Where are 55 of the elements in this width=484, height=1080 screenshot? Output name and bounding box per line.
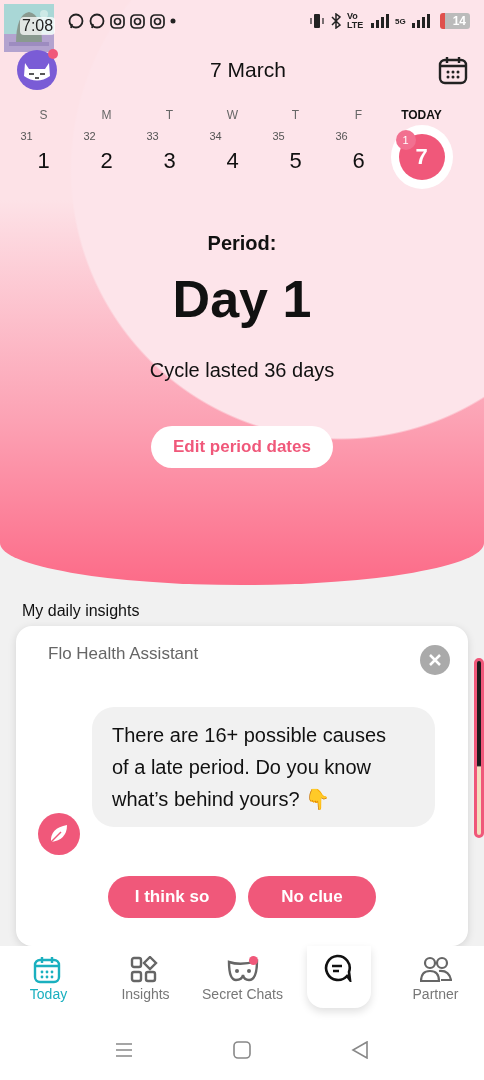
answer-button[interactable]: No clue (248, 876, 376, 918)
nav-tab[interactable]: Today (0, 946, 97, 1020)
signal-icon (370, 14, 389, 28)
back-icon[interactable] (351, 1041, 369, 1059)
calendar-date[interactable]: 3 (163, 148, 176, 174)
camera-app-icon (150, 13, 165, 29)
calendar-date[interactable]: 4 (226, 148, 239, 174)
weekday-label: M (101, 108, 112, 124)
chat-tab[interactable] (307, 946, 371, 1008)
network-label: Vo LTE (346, 12, 365, 30)
cycle-day-badge: 1 (395, 130, 416, 150)
assistant-title: Flo Health Assistant (48, 644, 199, 664)
calendar-date[interactable]: 5 (289, 148, 302, 174)
bluetooth-icon (330, 13, 341, 29)
weekday-label: T (291, 108, 300, 124)
close-icon (429, 654, 441, 666)
cycle-day: 31 (20, 130, 33, 142)
people-icon (419, 956, 452, 984)
dot-icon (170, 18, 176, 24)
nav-tab[interactable]: Partner (387, 946, 484, 1020)
calendar-date[interactable]: 2 (100, 148, 113, 174)
cat-avatar-icon[interactable] (16, 49, 58, 91)
weekday-label: F (354, 108, 363, 124)
edit-period-button[interactable]: Edit period dates (151, 426, 333, 468)
cycle-day: 35 (272, 130, 285, 142)
network-label: 5G (394, 16, 406, 26)
nav-tab[interactable]: Insights (97, 946, 194, 1020)
section-heading: My daily insights (21, 601, 141, 620)
cycle-day: 36 (335, 130, 348, 142)
leaf-avatar-icon (37, 812, 81, 856)
weekday-label: S (39, 108, 48, 124)
chat-message: There are 16+ possible causes of a late period. Do you know what’s behind yours? 👇 (92, 707, 435, 827)
nav-tab[interactable]: Secret Chats (194, 946, 291, 1020)
cycle-day: 32 (83, 130, 96, 142)
weekday-label: W (226, 108, 239, 124)
vibrate-icon (308, 13, 325, 29)
calendar-date[interactable]: 6 (352, 148, 365, 174)
answer-button[interactable]: I think so (108, 876, 236, 918)
cycle-day: 33 (146, 130, 159, 142)
period-day: Day 1 (172, 269, 312, 329)
battery-level: 14 (439, 13, 470, 29)
home-icon[interactable] (233, 1041, 251, 1059)
clock-time: 7:08 (20, 17, 56, 35)
menu-icon[interactable] (115, 1042, 133, 1058)
calendar-date[interactable]: 1 (37, 148, 50, 174)
period-label: Period: (207, 232, 277, 255)
camera-app-icon (110, 13, 125, 29)
camera-app-icon (130, 13, 145, 29)
cycle-day: 34 (209, 130, 222, 142)
calendar-icon[interactable] (438, 55, 468, 85)
weekday-label: T (165, 108, 174, 124)
date-title: 7 March (210, 58, 286, 82)
cycle-note: Cycle lasted 36 days (149, 359, 335, 382)
signal-icon (411, 14, 430, 28)
weekday-label: TODAY (401, 108, 442, 124)
